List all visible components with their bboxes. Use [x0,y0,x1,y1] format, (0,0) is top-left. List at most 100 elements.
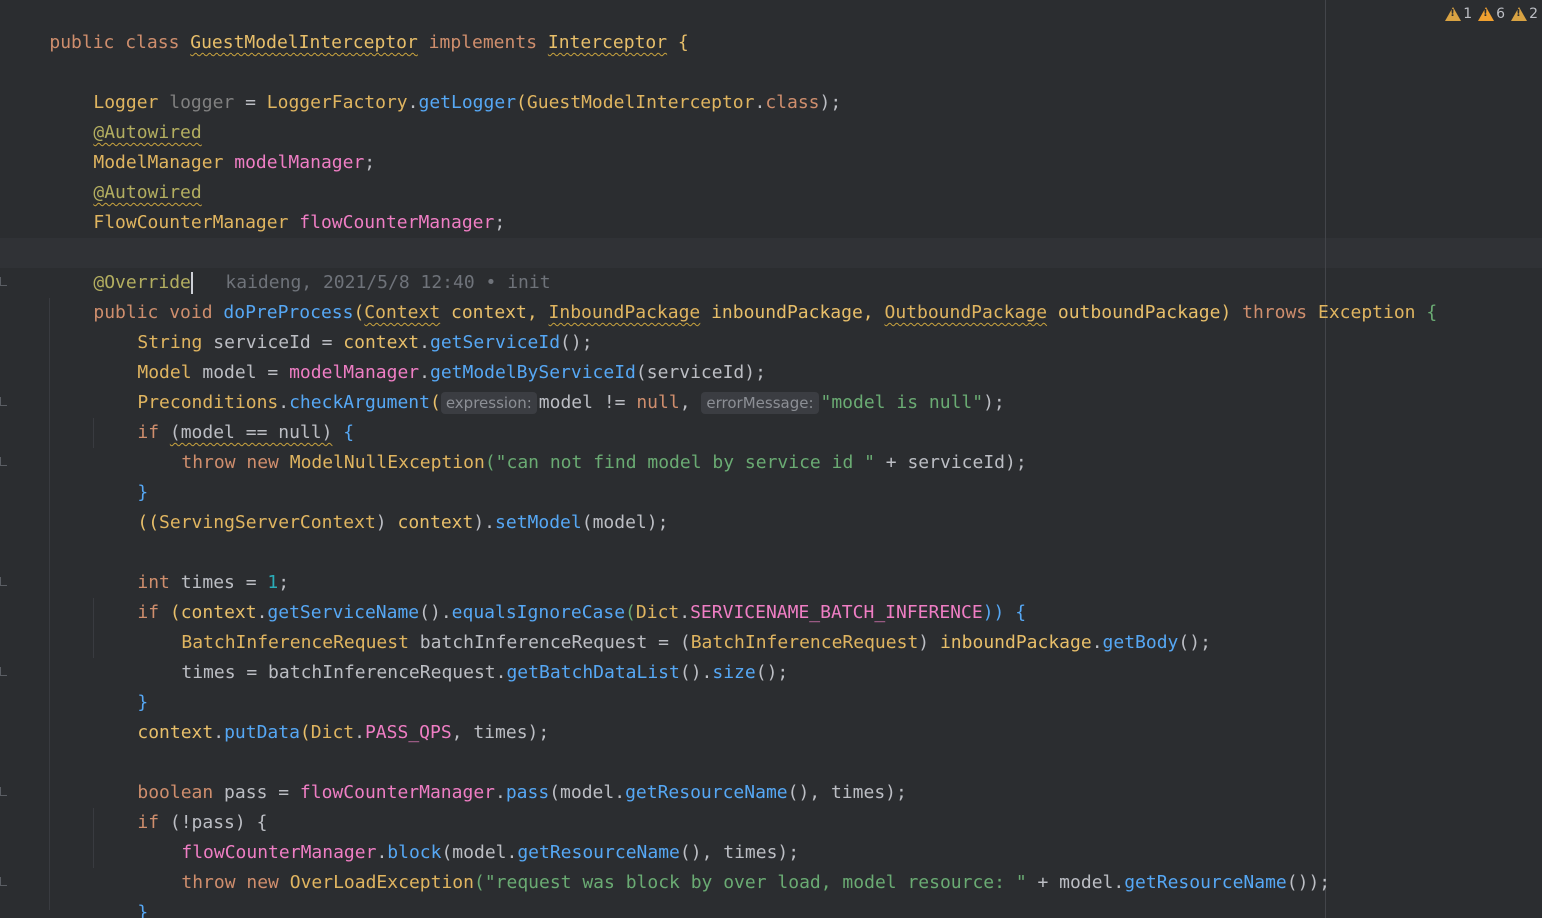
fold-icon[interactable] [0,667,7,676]
code-line[interactable]: throw new ModelNullException("can not fi… [138,418,1026,473]
method-call: getResourceName [1124,872,1287,893]
code-line[interactable]: if (context.getServiceName().equalsIgnor… [94,568,1026,623]
dot: . [754,92,766,113]
right-margin-guide [1325,0,1326,918]
keyword: throw new [181,452,290,473]
keyword: class [765,92,820,113]
paren: ( [473,872,485,893]
punct: (); [1178,632,1211,653]
typo-count[interactable]: 2 [1511,6,1538,22]
code-line[interactable]: ((ServingServerContext) context).setMode… [94,478,668,533]
code-line[interactable]: ModelManager modelManager; [50,118,375,173]
code-line[interactable]: BatchInferenceRequest batchInferenceRequ… [138,598,1211,653]
method-call: size [712,662,756,683]
weak-warning-count[interactable]: 1 [1445,6,1472,22]
class-ref: OverLoadException [289,872,474,893]
code-line[interactable]: flowCounterManager.block(model.getResour… [138,808,799,863]
operator: = [234,92,267,113]
dot: . [213,722,225,743]
param-ref: context [137,722,214,743]
fold-icon[interactable] [0,457,7,466]
param-name: inboundPackage, [700,302,885,323]
code-line[interactable]: } [94,658,148,713]
interface-name: Interceptor [547,32,668,53]
method-call: getBody [1102,632,1179,653]
warning-count[interactable]: 6 [1478,6,1505,22]
keyword: throws [1242,302,1318,323]
code-line[interactable]: } [94,868,148,918]
method-call: getLogger [418,92,517,113]
exception-type: Exception [1317,302,1416,323]
brace: } [137,902,149,918]
fold-icon[interactable] [0,397,7,406]
code-line[interactable]: } [50,896,104,918]
class-ref: ModelNullException [289,452,485,473]
field-ref: flowCounterManager [299,782,495,803]
code-line[interactable]: int times = 1; [94,538,289,593]
param-ref: context [397,512,474,533]
dot: . [407,92,419,113]
code-line[interactable]: Preconditions.checkArgument(expression: m… [94,358,1005,414]
punct: , times); [451,722,550,743]
warning-icon [1445,7,1462,21]
punct: ; [494,212,506,233]
paren: ( [299,722,311,743]
warning-icon [1478,7,1495,21]
code-text: (model. [549,782,626,803]
punct: ()); [1286,872,1331,893]
param-ref: inboundPackage [939,632,1092,653]
paren: (( [137,512,160,533]
inspection-widget[interactable]: 1 6 2 [1445,4,1538,24]
code-text: times = batchInferenceRequest. [181,662,507,683]
paren: ( [516,92,527,113]
parameter-hint: expression: [440,392,537,414]
code-line-current[interactable]: @Override kaideng, 2021/5/8 12:40 • init [50,238,551,294]
keyword: public class [49,32,191,53]
brace: { [667,32,689,53]
code-line[interactable]: FlowCounterManager flowCounterManager; [50,178,505,233]
code-line[interactable]: public class GuestModelInterceptor imple… [6,0,688,53]
punct: (). [679,662,713,683]
class-ref: ServingServerContext [159,512,376,533]
method-call: getResourceName [625,782,788,803]
punct: ); [819,92,842,113]
string-literal: "model is null" [820,392,984,413]
code-line[interactable]: Model model = modelManager.getModelBySer… [94,328,766,383]
method-call: putData [224,722,300,743]
method-call: getBatchDataList [506,662,680,683]
string-literal: "can not find model by service id " [495,452,875,473]
class-ref: Dict [310,722,355,743]
code-line[interactable]: } [94,448,148,503]
keyword: throw new [181,872,290,893]
punct: ). [473,512,496,533]
string-literal: "request was block by over load, model r… [484,872,1027,893]
indent-guide [49,298,50,910]
code-line[interactable]: Logger logger = LoggerFactory.getLogger(… [50,58,841,113]
code-line[interactable]: context.putData(Dict.PASS_QPS, times); [94,688,549,743]
paren: ( [429,392,441,413]
punct: ); [983,392,1005,413]
code-editor[interactable]: 1 6 2 public class GuestModelInterceptor… [0,0,1542,918]
fold-icon[interactable] [0,787,7,796]
code-line[interactable]: boolean pass = flowCounterManager.pass(m… [94,748,906,803]
code-line[interactable]: if (model == null) { [94,388,354,443]
fold-icon[interactable] [0,877,7,886]
code-line[interactable]: throw new OverLoadException("request was… [138,838,1330,893]
param-name: outboundPackage) [1047,302,1243,323]
fold-icon[interactable] [0,277,7,286]
class-name: GuestModelInterceptor [190,32,418,53]
code-line[interactable]: if (!pass) { [94,778,267,833]
field-name: modelManager [234,152,365,173]
code-line[interactable]: String serviceId = context.getServiceId(… [94,298,592,353]
keyword: implements [417,32,548,53]
fold-icon[interactable] [0,577,7,586]
code-line[interactable]: public void doPreProcess(Context context… [50,268,1437,323]
code-line[interactable]: @Autowired [50,148,201,203]
code-line[interactable]: times = batchInferenceRequest.getBatchDa… [138,628,788,683]
code-text: model != [538,392,637,413]
punct: (model); [581,512,669,533]
punct: , [679,392,702,413]
code-line[interactable]: @Autowired [50,88,201,143]
punct: (); [755,662,789,683]
code-text: + serviceId); [874,452,1027,473]
